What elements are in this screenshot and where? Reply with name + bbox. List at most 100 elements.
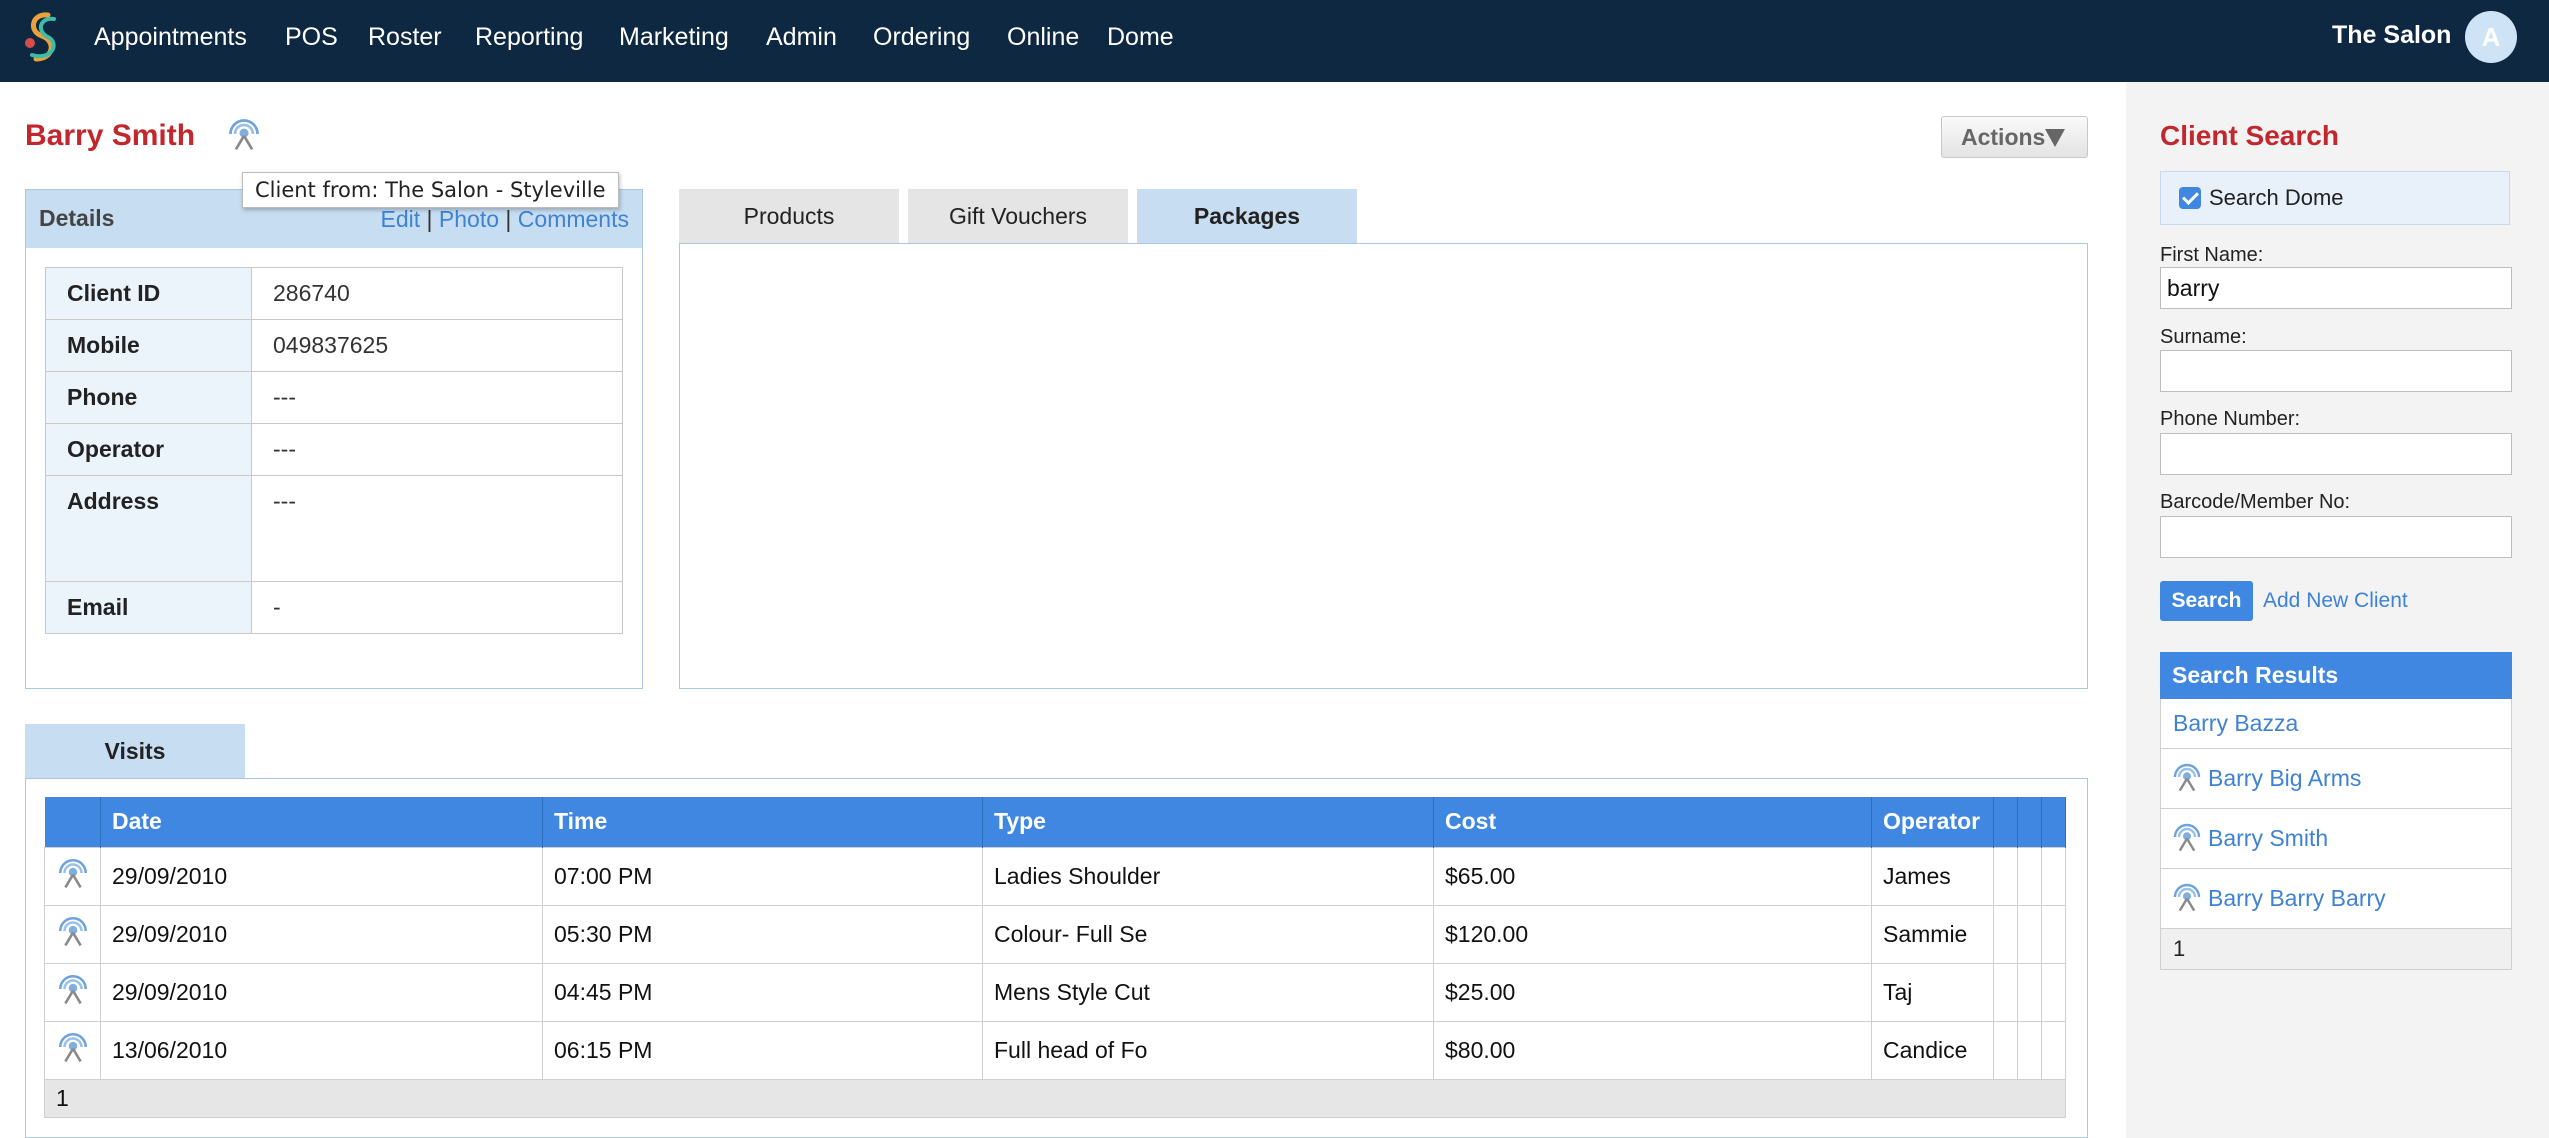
page-number[interactable]: 1 bbox=[44, 1078, 2066, 1118]
list-item[interactable]: Barry Barry Barry bbox=[2161, 869, 2511, 929]
visit-extra bbox=[1993, 1020, 2018, 1080]
results-pager[interactable]: 1 bbox=[2161, 929, 2511, 969]
search-results-header: Search Results bbox=[2160, 652, 2512, 699]
visit-extra bbox=[1993, 962, 2018, 1022]
search-results-list: Barry Bazza Barry Big Arms Barry Smith B… bbox=[2160, 699, 2512, 970]
column-header-cost[interactable]: Cost bbox=[1433, 797, 1872, 847]
nav-dome[interactable]: Dome bbox=[1107, 20, 1174, 54]
dome-icon bbox=[2171, 761, 2203, 793]
client-search-title: Client Search bbox=[2160, 120, 2339, 151]
visit-extra bbox=[1993, 904, 2018, 964]
details-panel: Details Edit | Photo | Comments Client I… bbox=[25, 189, 643, 689]
result-name[interactable]: Barry Bazza bbox=[2173, 710, 2298, 736]
visit-type: Mens Style Cut bbox=[982, 962, 1434, 1022]
edit-link[interactable]: Edit bbox=[381, 206, 421, 232]
nav-admin[interactable]: Admin bbox=[766, 20, 837, 54]
result-name[interactable]: Barry Smith bbox=[2208, 809, 2328, 867]
phone-number-field[interactable] bbox=[2160, 433, 2512, 475]
nav-marketing[interactable]: Marketing bbox=[619, 20, 729, 54]
salon-name[interactable]: The Salon bbox=[2332, 18, 2451, 52]
table-row[interactable]: 29/09/2010 04:45 PM Mens Style Cut $25.0… bbox=[44, 962, 2066, 1022]
dome-icon bbox=[2171, 821, 2203, 853]
detail-value: --- bbox=[251, 423, 623, 476]
result-name[interactable]: Barry Barry Barry bbox=[2208, 869, 2386, 927]
list-item[interactable]: Barry Smith bbox=[2161, 809, 2511, 869]
page-title: Barry Smith bbox=[25, 119, 196, 152]
list-item[interactable]: Barry Big Arms bbox=[2161, 749, 2511, 809]
table-pager-row: 1 bbox=[44, 1078, 2066, 1118]
nav-reporting[interactable]: Reporting bbox=[475, 20, 583, 54]
visit-operator: James bbox=[1871, 846, 1994, 906]
avatar[interactable]: A bbox=[2465, 11, 2517, 63]
surname-label: Surname: bbox=[2160, 326, 2247, 348]
detail-row: Mobile 049837625 bbox=[45, 319, 623, 372]
table-header-row: Date Time Type Cost Operator bbox=[44, 797, 2066, 847]
nav-online[interactable]: Online bbox=[1007, 20, 1079, 54]
comments-link[interactable]: Comments bbox=[518, 206, 629, 232]
search-dome-checkbox[interactable] bbox=[2179, 187, 2201, 209]
column-header-type[interactable]: Type bbox=[982, 797, 1434, 847]
visit-extra bbox=[2017, 962, 2042, 1022]
add-new-client-link[interactable]: Add New Client bbox=[2263, 586, 2408, 616]
visit-time: 04:45 PM bbox=[542, 962, 983, 1022]
visit-cost: $25.00 bbox=[1433, 962, 1872, 1022]
tab-gift-vouchers[interactable]: Gift Vouchers bbox=[908, 189, 1128, 243]
barcode-field[interactable] bbox=[2160, 516, 2512, 558]
photo-link[interactable]: Photo bbox=[439, 206, 499, 232]
client-origin-tooltip: Client from: The Salon - Styleville bbox=[242, 172, 619, 208]
first-name-field[interactable] bbox=[2160, 267, 2512, 309]
visit-date: 29/09/2010 bbox=[100, 846, 543, 906]
column-header-extra bbox=[2017, 797, 2042, 847]
nav-ordering[interactable]: Ordering bbox=[873, 20, 970, 54]
visit-extra bbox=[2041, 962, 2066, 1022]
detail-value: 049837625 bbox=[251, 319, 623, 372]
visit-time: 07:00 PM bbox=[542, 846, 983, 906]
tab-products[interactable]: Products bbox=[679, 189, 899, 243]
detail-value: - bbox=[251, 581, 623, 634]
visit-time: 06:15 PM bbox=[542, 1020, 983, 1080]
tab-packages[interactable]: Packages bbox=[1137, 189, 1357, 243]
column-header-time[interactable]: Time bbox=[542, 797, 983, 847]
dome-icon[interactable] bbox=[226, 116, 262, 152]
dome-icon bbox=[56, 914, 90, 948]
triangle-down-icon bbox=[2045, 129, 2065, 147]
result-name[interactable]: Barry Big Arms bbox=[2208, 749, 2361, 807]
visit-date: 13/06/2010 bbox=[100, 1020, 543, 1080]
visit-icon-cell bbox=[44, 846, 101, 906]
column-header-operator[interactable]: Operator bbox=[1871, 797, 1994, 847]
table-row[interactable]: 29/09/2010 05:30 PM Colour- Full Se $120… bbox=[44, 904, 2066, 964]
nav-pos[interactable]: POS bbox=[285, 20, 338, 54]
table-row[interactable]: 29/09/2010 07:00 PM Ladies Shoulder $65.… bbox=[44, 846, 2066, 906]
visit-extra bbox=[2041, 904, 2066, 964]
surname-field[interactable] bbox=[2160, 350, 2512, 392]
nav-roster[interactable]: Roster bbox=[368, 20, 442, 54]
dome-icon bbox=[56, 972, 90, 1006]
visit-icon-cell bbox=[44, 962, 101, 1022]
list-item[interactable]: Barry Bazza bbox=[2161, 699, 2511, 749]
visit-icon-cell bbox=[44, 1020, 101, 1080]
client-details-table: Client ID 286740 Mobile 049837625 Phone ---… bbox=[45, 267, 623, 634]
visit-type: Full head of Fo bbox=[982, 1020, 1434, 1080]
nav-appointments[interactable]: Appointments bbox=[94, 20, 247, 54]
visit-extra bbox=[2041, 1020, 2066, 1080]
visit-time: 05:30 PM bbox=[542, 904, 983, 964]
detail-value: --- bbox=[251, 371, 623, 424]
actions-button[interactable]: Actions bbox=[1941, 116, 2088, 158]
tab-visits[interactable]: Visits bbox=[25, 724, 245, 778]
detail-label: Operator bbox=[45, 423, 252, 476]
visit-operator: Candice bbox=[1871, 1020, 1994, 1080]
detail-value: --- bbox=[251, 475, 623, 582]
search-dome-label[interactable]: Search Dome bbox=[2209, 183, 2344, 213]
visit-cost: $80.00 bbox=[1433, 1020, 1872, 1080]
search-dome-option: Search Dome bbox=[2160, 171, 2510, 225]
column-header-date[interactable]: Date bbox=[100, 797, 543, 847]
visit-extra bbox=[2017, 904, 2042, 964]
search-button[interactable]: Search bbox=[2160, 581, 2253, 621]
visit-extra bbox=[1993, 846, 2018, 906]
visits-table: Date Time Type Cost Operator 29/09/2010 … bbox=[44, 797, 2066, 1118]
visit-extra bbox=[2041, 846, 2066, 906]
visit-extra bbox=[2017, 1020, 2042, 1080]
table-row[interactable]: 13/06/2010 06:15 PM Full head of Fo $80.… bbox=[44, 1020, 2066, 1080]
detail-row: Client ID 286740 bbox=[45, 267, 623, 320]
app-logo[interactable] bbox=[18, 9, 68, 65]
